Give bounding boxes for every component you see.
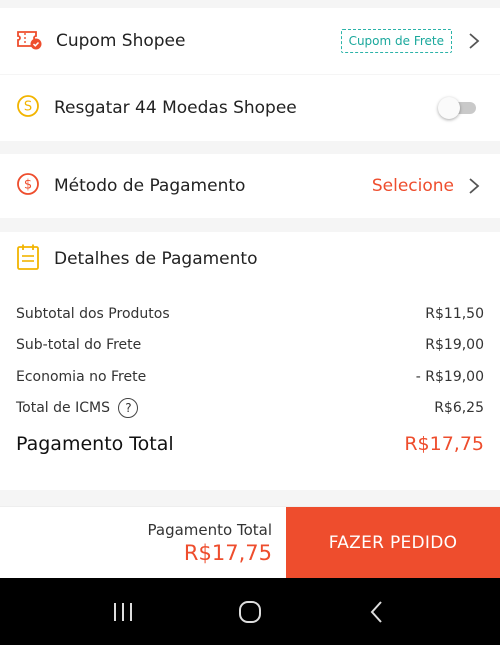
svg-text:$: $ xyxy=(24,178,32,193)
chevron-right-icon[interactable] xyxy=(464,31,484,51)
dollar-icon: $ xyxy=(16,172,40,200)
total-value: R$17,75 xyxy=(404,433,484,455)
detail-label: Economia no Frete xyxy=(16,368,147,385)
checkout-bar: Pagamento Total R$17,75 FAZER PEDIDO xyxy=(0,506,500,578)
detail-value: R$6,25 xyxy=(434,400,484,417)
chevron-right-icon[interactable] xyxy=(464,176,484,196)
toggle-knob xyxy=(438,97,460,119)
payment-method-row[interactable]: $ Método de Pagamento Selecione xyxy=(0,154,500,218)
place-order-button[interactable]: FAZER PEDIDO xyxy=(286,507,500,578)
recent-apps-icon[interactable] xyxy=(103,592,143,632)
coupon-tag[interactable]: Cupom de Frete xyxy=(340,29,452,53)
detail-label: Subtotal dos Produtos xyxy=(16,305,170,322)
select-payment-link[interactable]: Selecione xyxy=(372,176,454,196)
total-label: Pagamento Total xyxy=(16,433,174,455)
clipboard-icon xyxy=(16,243,40,275)
detail-value: - R$19,00 xyxy=(415,368,484,385)
payment-details-header: Detalhes de Pagamento xyxy=(0,232,500,286)
home-icon[interactable] xyxy=(230,592,270,632)
checkout-total-value: R$17,75 xyxy=(183,540,272,565)
detail-label: Sub-total do Frete xyxy=(16,337,142,354)
payment-details-title: Detalhes de Pagamento xyxy=(54,249,258,269)
coin-icon: S xyxy=(16,94,40,122)
detail-value: R$19,00 xyxy=(425,337,484,354)
coupon-row[interactable]: Cupom Shopee Cupom de Frete xyxy=(0,8,500,74)
coins-label: Resgatar 44 Moedas Shopee xyxy=(54,98,297,118)
coins-row: S Resgatar 44 Moedas Shopee xyxy=(0,75,500,141)
detail-total-line: Pagamento Total R$17,75 xyxy=(0,424,500,464)
coupon-icon xyxy=(16,27,42,55)
detail-label: Total de ICMS xyxy=(16,400,110,417)
detail-line-shipping-discount: Economia no Frete - R$19,00 xyxy=(0,361,500,393)
detail-line-shipping: Sub-total do Frete R$19,00 xyxy=(0,330,500,362)
help-icon[interactable]: ? xyxy=(118,398,139,419)
svg-text:S: S xyxy=(24,100,32,115)
checkout-summary: Pagamento Total R$17,75 xyxy=(0,507,286,578)
back-icon[interactable] xyxy=(357,592,397,632)
payment-details-card: Detalhes de Pagamento Subtotal dos Produ… xyxy=(0,232,500,490)
payment-method-label: Método de Pagamento xyxy=(54,176,246,196)
coupon-label: Cupom Shopee xyxy=(56,31,186,51)
checkout-total-label: Pagamento Total xyxy=(147,520,272,539)
detail-line-icms: Total de ICMS ? R$6,25 xyxy=(0,393,500,425)
system-nav-bar xyxy=(0,578,500,645)
detail-value: R$11,50 xyxy=(425,305,484,322)
detail-line-subtotal: Subtotal dos Produtos R$11,50 xyxy=(0,298,500,330)
coins-toggle[interactable] xyxy=(438,97,476,119)
